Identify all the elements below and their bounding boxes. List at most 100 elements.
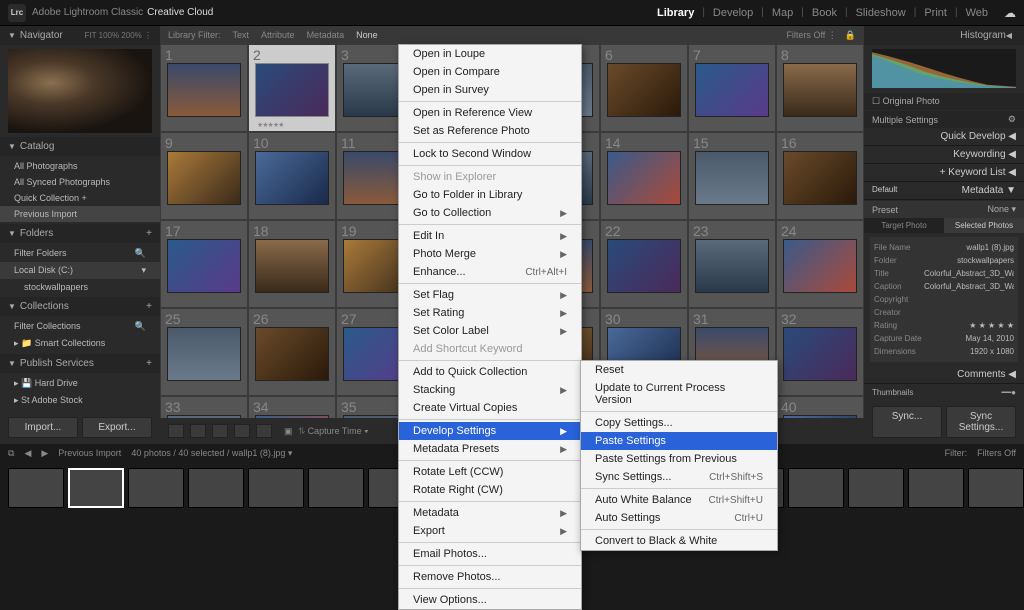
import-button[interactable]: Import... (8, 417, 78, 438)
publish-stock[interactable]: ▸ St Adobe Stock (0, 392, 160, 409)
original-photo-row[interactable]: ☐ Original Photo (864, 93, 1024, 110)
grid-cell[interactable]: 9 (160, 132, 248, 220)
module-book[interactable]: Book (806, 7, 843, 19)
folder-item[interactable]: stockwallpapers (0, 279, 160, 295)
catalog-synced[interactable]: All Synced Photographs (0, 174, 160, 190)
grid-cell[interactable]: 8 (776, 44, 864, 132)
menu-item[interactable]: Convert to Black & White (581, 532, 777, 550)
grid-cell[interactable]: 24 (776, 220, 864, 308)
filters-off-filmstrip[interactable]: Filters Off (977, 448, 1016, 458)
collection-smart[interactable]: ▸ 📁 Smart Collections (0, 335, 160, 352)
grid-cell[interactable]: 10 (248, 132, 336, 220)
histogram[interactable] (872, 49, 1016, 88)
menu-item[interactable]: Develop Settings▶ (399, 422, 581, 440)
grid-cell[interactable]: 40 (776, 396, 864, 418)
menu-item[interactable]: Metadata▶ (399, 504, 581, 522)
grid-cell[interactable]: 1 (160, 44, 248, 132)
grid-cell[interactable]: 18 (248, 220, 336, 308)
module-print[interactable]: Print (918, 7, 953, 19)
menu-item[interactable]: Reset (581, 361, 777, 379)
metadata-row[interactable]: Dimensions1920 x 1080 (874, 345, 1014, 358)
filmstrip-thumb[interactable] (308, 468, 364, 508)
sync-button[interactable]: Sync... (872, 406, 942, 438)
grid-cell[interactable]: 14 (600, 132, 688, 220)
multiple-settings-row[interactable]: Multiple Settings⚙ (864, 111, 1024, 128)
export-button[interactable]: Export... (82, 417, 152, 438)
grid-cell[interactable]: 26 (248, 308, 336, 396)
keyword-list-header[interactable]: + Keyword List ◀ (864, 164, 1024, 182)
catalog-quick[interactable]: Quick Collection + (0, 190, 160, 206)
nav-back-icon[interactable]: ◀ (24, 448, 31, 459)
collection-filter[interactable]: Filter Collections🔍 (0, 318, 160, 335)
filter-attribute[interactable]: Attribute (261, 30, 295, 40)
folder-filter[interactable]: Filter Folders🔍 (0, 245, 160, 262)
navigator-zoom[interactable]: FIT 100% 200% ⋮ (85, 31, 152, 40)
quick-develop-header[interactable]: Quick Develop ◀ (864, 128, 1024, 146)
menu-item[interactable]: Paste Settings (581, 432, 777, 450)
grid-cell[interactable]: 32 (776, 308, 864, 396)
menu-item[interactable]: Go to Folder in Library (399, 186, 581, 204)
people-mode-icon[interactable] (256, 424, 272, 438)
comments-header[interactable]: Comments ◀ (864, 366, 1024, 384)
filmstrip-thumb[interactable] (188, 468, 244, 508)
sync-settings-button[interactable]: Sync Settings... (946, 406, 1016, 438)
metadata-row[interactable]: Rating★ ★ ★ ★ ★ (874, 319, 1014, 332)
grid-cell[interactable]: 15 (688, 132, 776, 220)
module-library[interactable]: Library (651, 7, 700, 19)
menu-item[interactable]: Sync Settings...Ctrl+Shift+S (581, 468, 777, 486)
menu-item[interactable]: Copy Settings... (581, 414, 777, 432)
metadata-header[interactable]: Default Metadata ▼ (864, 182, 1024, 200)
menu-item[interactable]: Export▶ (399, 522, 581, 540)
module-develop[interactable]: Develop (707, 7, 759, 19)
metadata-row[interactable]: Copyright (874, 293, 1014, 306)
metadata-row[interactable]: File Namewallp1 (8).jpg (874, 241, 1014, 254)
histogram-header[interactable]: Histogram ◀ (864, 26, 1024, 45)
menu-item[interactable]: Remove Photos... (399, 568, 581, 586)
filmstrip-thumb[interactable] (68, 468, 124, 508)
module-map[interactable]: Map (766, 7, 799, 19)
grid-cell[interactable]: 34 (248, 396, 336, 418)
menu-item[interactable]: Add to Quick Collection (399, 363, 581, 381)
metadata-row[interactable]: TitleColorful_Abstract_3D_Wallpapers_Job… (874, 267, 1014, 280)
keywording-header[interactable]: Keywording ◀ (864, 146, 1024, 164)
menu-item[interactable]: Enhance...Ctrl+Alt+I (399, 263, 581, 281)
nav-fwd-icon[interactable]: ▶ (41, 448, 48, 459)
menu-item[interactable]: Photo Merge▶ (399, 245, 581, 263)
menu-item[interactable]: Auto SettingsCtrl+U (581, 509, 777, 527)
filter-text[interactable]: Text (233, 30, 250, 40)
cloud-sync-icon[interactable]: ☁ (1004, 6, 1016, 20)
grid-cell[interactable]: 33 (160, 396, 248, 418)
menu-item[interactable]: Rotate Left (CCW) (399, 463, 581, 481)
menu-item[interactable]: Paste Settings from Previous (581, 450, 777, 468)
grid-cell[interactable]: 6 (600, 44, 688, 132)
module-slideshow[interactable]: Slideshow (850, 7, 912, 19)
source-label[interactable]: Previous Import (58, 448, 121, 458)
metadata-row[interactable]: Creator (874, 306, 1014, 319)
menu-item[interactable]: Open in Loupe (399, 45, 581, 63)
filter-none[interactable]: None (356, 30, 378, 40)
filmstrip-thumb[interactable] (908, 468, 964, 508)
menu-item[interactable]: Rotate Right (CW) (399, 481, 581, 499)
tab-selected-photos[interactable]: Selected Photos (944, 218, 1024, 233)
menu-item[interactable]: Set Color Label▶ (399, 322, 581, 340)
menu-item[interactable]: Set Rating▶ (399, 304, 581, 322)
menu-item[interactable]: Stacking▶ (399, 381, 581, 399)
folder-drive[interactable]: Local Disk (C:)▾ (0, 262, 160, 279)
menu-item[interactable]: Email Photos... (399, 545, 581, 563)
menu-item[interactable]: Open in Survey (399, 81, 581, 99)
filmstrip-thumb[interactable] (248, 468, 304, 508)
publish-header[interactable]: ▼Publish Services+ (0, 354, 160, 373)
navigator-header[interactable]: ▼Navigator FIT 100% 200% ⋮ (0, 26, 160, 45)
menu-item[interactable]: Open in Reference View (399, 104, 581, 122)
collections-header[interactable]: ▼Collections+ (0, 297, 160, 316)
menu-item[interactable]: Lock to Second Window (399, 145, 581, 163)
menu-item[interactable]: Create Virtual Copies (399, 399, 581, 417)
menu-item[interactable]: Open in Compare (399, 63, 581, 81)
menu-item[interactable]: Update to Current Process Version (581, 379, 777, 409)
menu-item[interactable]: Metadata Presets▶ (399, 440, 581, 458)
filters-off[interactable]: Filters Off ⋮ (786, 30, 836, 41)
loupe-mode-icon[interactable] (190, 424, 206, 438)
menu-item[interactable]: Set as Reference Photo (399, 122, 581, 140)
grid-cell[interactable]: 25 (160, 308, 248, 396)
module-web[interactable]: Web (960, 7, 994, 19)
